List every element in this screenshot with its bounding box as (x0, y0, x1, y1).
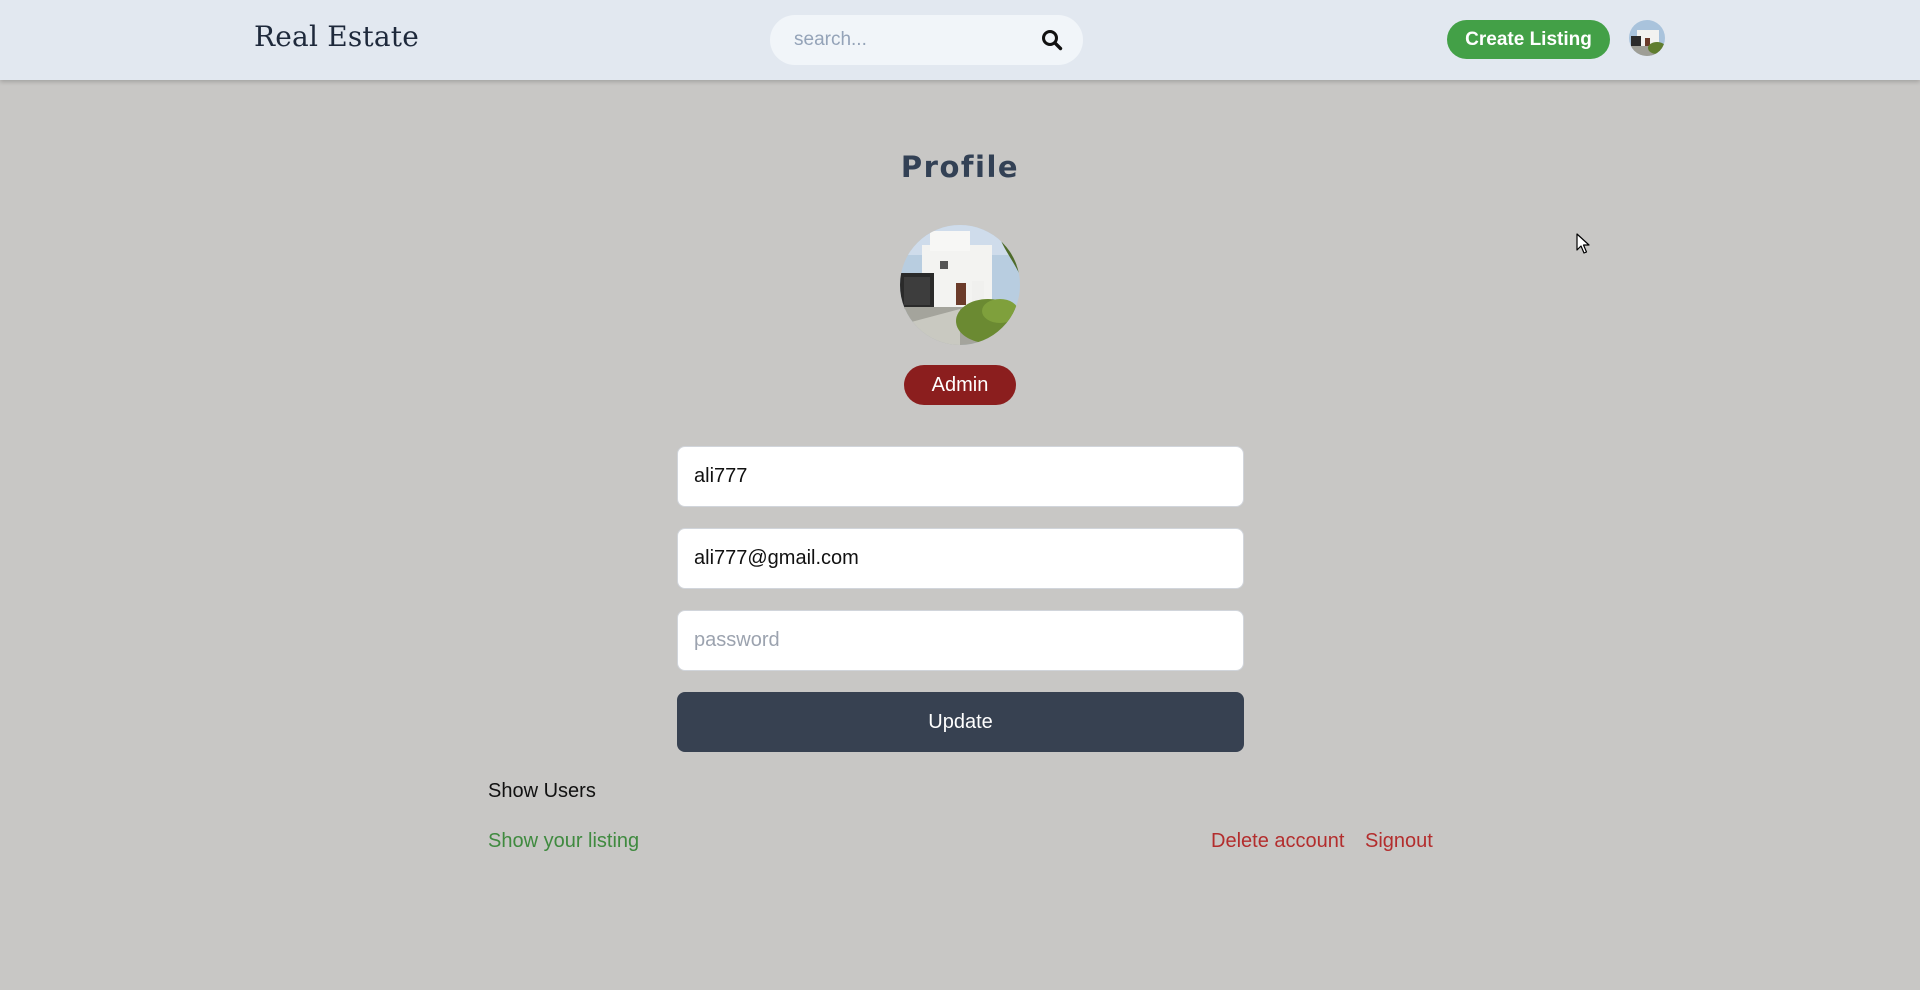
update-button[interactable]: Update (677, 692, 1244, 752)
signout-link[interactable]: Signout (1365, 830, 1433, 853)
search-bar (770, 15, 1083, 65)
user-avatar[interactable] (1629, 20, 1665, 56)
show-listing-link[interactable]: Show your listing (488, 830, 639, 853)
password-field[interactable] (677, 610, 1244, 671)
create-listing-button[interactable]: Create Listing (1447, 20, 1610, 59)
show-users-link[interactable]: Show Users (488, 780, 596, 803)
profile-avatar[interactable] (900, 225, 1020, 345)
search-input[interactable] (794, 15, 1034, 65)
brand-logo[interactable]: Real Estate (254, 20, 419, 53)
delete-account-link[interactable]: Delete account (1211, 830, 1344, 853)
search-icon[interactable] (1041, 29, 1063, 51)
username-field[interactable] (677, 446, 1244, 507)
top-navbar: Real Estate Create Listing (0, 0, 1920, 80)
role-badge: Admin (904, 365, 1016, 405)
email-field[interactable] (677, 528, 1244, 589)
mouse-cursor-icon (1576, 233, 1590, 255)
page-title: Profile (900, 150, 1020, 184)
